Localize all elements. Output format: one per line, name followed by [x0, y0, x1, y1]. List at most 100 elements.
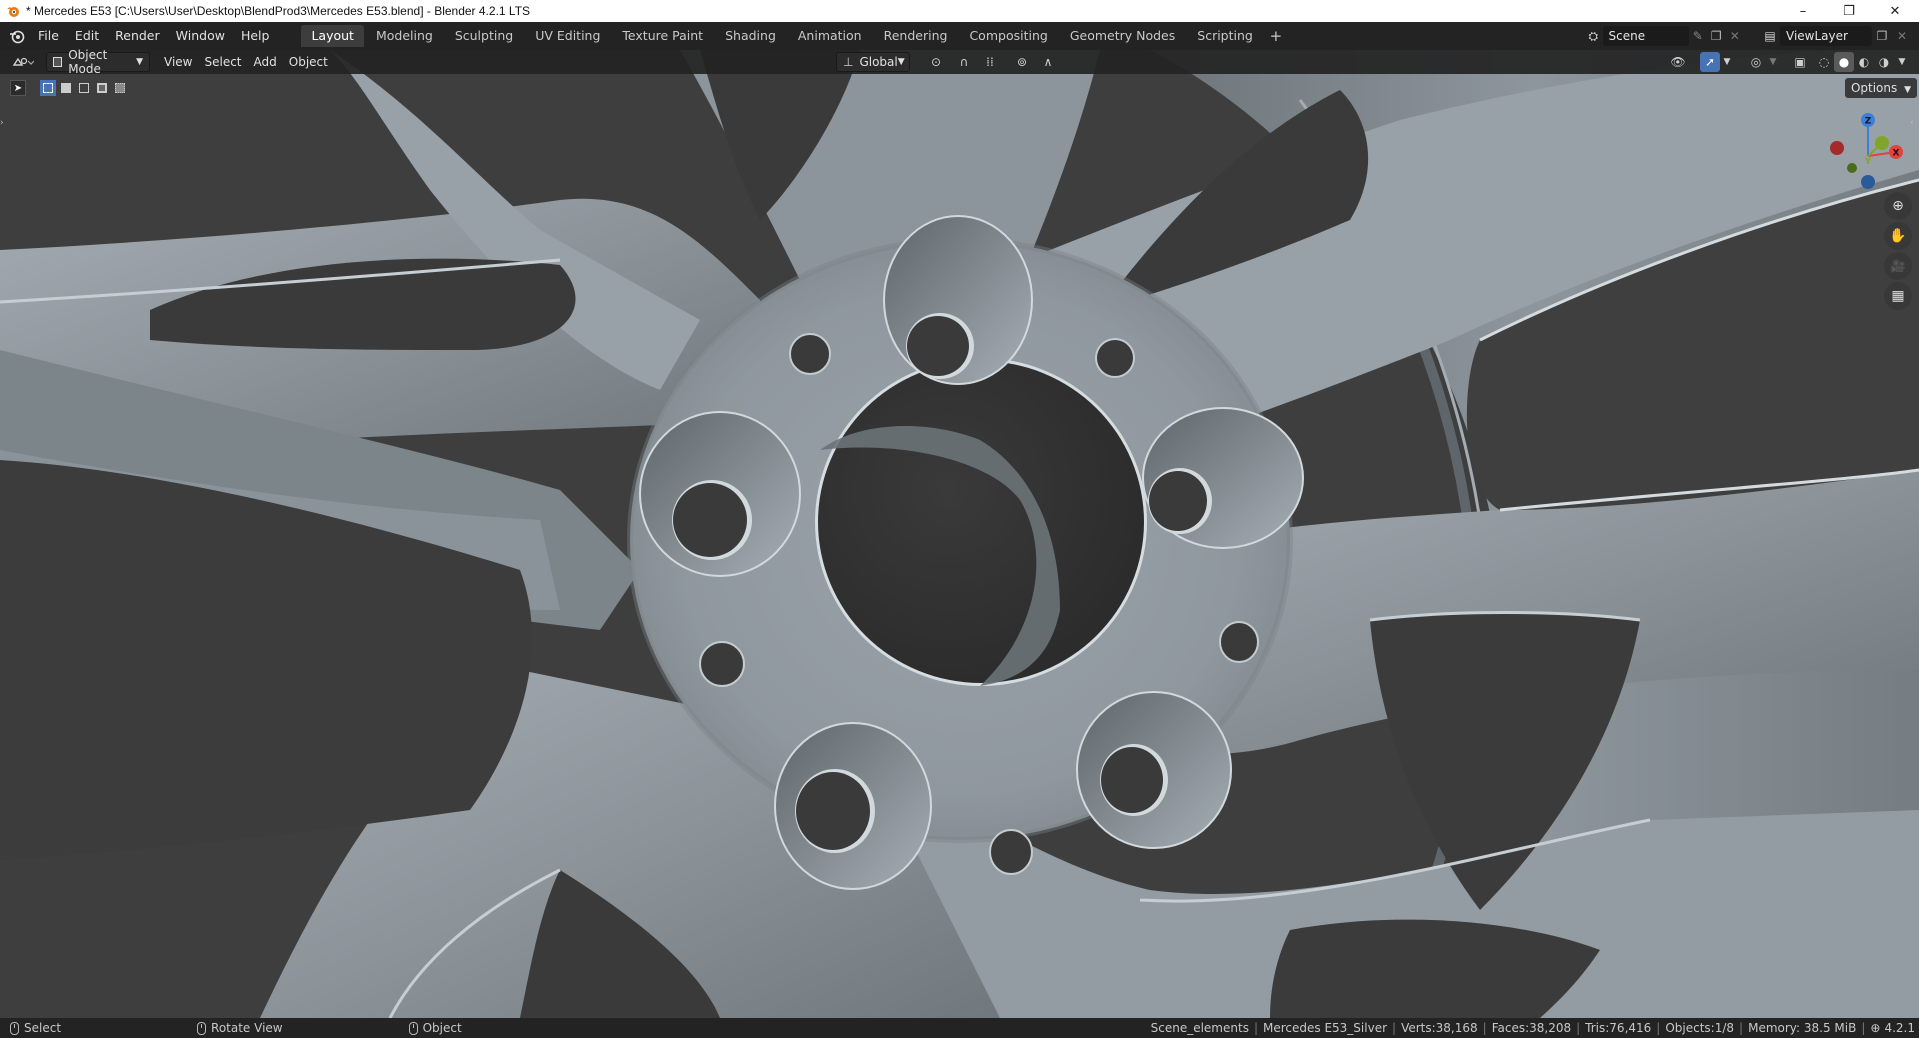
shading-wireframe[interactable]: ◌ [1814, 52, 1834, 72]
blender-menu-button[interactable] [4, 22, 30, 50]
eye-icon: 👁 [1670, 55, 1686, 69]
shading-rendered[interactable]: ◑ [1874, 52, 1894, 72]
tab-animation[interactable]: Animation [788, 25, 872, 47]
stat-tris: Tris:76,416 [1585, 1021, 1652, 1035]
xray-toggle[interactable]: ▣ [1790, 52, 1810, 72]
snap-target-button[interactable]: ⁞⁞ [976, 52, 1004, 72]
lug-hole [774, 722, 932, 890]
magnifier-icon: ⊕ [1892, 198, 1904, 214]
select-new-icon [43, 83, 53, 93]
zoom-button[interactable]: ⊕ [1884, 192, 1912, 220]
viewlayer-icon[interactable]: ▤ [1760, 26, 1780, 46]
tab-shading[interactable]: Shading [715, 25, 786, 47]
options-label: Options [1850, 81, 1898, 95]
select-mode-intersect[interactable] [112, 80, 128, 96]
menu-select[interactable]: Select [198, 52, 247, 72]
lug-hole [1076, 691, 1232, 849]
tab-compositing[interactable]: Compositing [959, 25, 1057, 47]
status-object-label: Object [422, 1021, 462, 1035]
perspective-toggle-button[interactable]: ▦ [1884, 282, 1912, 310]
scene-name-field[interactable]: Scene [1602, 26, 1689, 46]
menu-render[interactable]: Render [107, 22, 168, 50]
neg-z-axis-handle[interactable] [1861, 175, 1875, 189]
status-select: Select [10, 1021, 61, 1035]
add-workspace-button[interactable]: + [1265, 27, 1287, 45]
viewlayer-selector: ▤ ViewLayer ❐ ✕ [1760, 25, 1918, 47]
overlays-dropdown[interactable]: ▼ [1766, 52, 1780, 72]
orientation-label: Global [859, 55, 898, 69]
y-axis-handle[interactable] [1875, 136, 1889, 150]
pan-button[interactable]: ✋ [1884, 222, 1912, 250]
select-mode-subtract[interactable] [76, 80, 92, 96]
viewlayer-name-field[interactable]: ViewLayer [1780, 26, 1872, 46]
y-axis-label: Y [1864, 157, 1872, 167]
new-viewlayer-icon[interactable]: ❐ [1872, 26, 1892, 46]
neg-x-axis-handle[interactable] [1830, 141, 1844, 155]
menu-add[interactable]: Add [248, 52, 283, 72]
tab-uv-editing[interactable]: UV Editing [525, 25, 610, 47]
stat-objects: Objects:1/8 [1665, 1021, 1735, 1035]
menu-object[interactable]: Object [283, 52, 334, 72]
tab-geometry-nodes[interactable]: Geometry Nodes [1060, 25, 1185, 47]
close-button[interactable]: ✕ [1872, 0, 1918, 22]
tab-sculpting[interactable]: Sculpting [445, 25, 523, 47]
pivot-point-button[interactable]: ⊙ [922, 52, 950, 72]
blender-app-icon [7, 7, 19, 17]
chevron-down-icon: ▼ [1723, 57, 1731, 67]
pin-icon[interactable]: ✎ [1689, 26, 1708, 46]
new-scene-icon[interactable]: ❐ [1707, 26, 1726, 46]
tab-rendering[interactable]: Rendering [874, 25, 958, 47]
tab-scripting[interactable]: Scripting [1187, 25, 1263, 47]
material-sphere-icon: ◐ [1858, 55, 1870, 69]
chevron-down-icon: ▼ [1769, 57, 1777, 67]
3d-viewport[interactable] [0, 50, 1919, 1018]
options-dropdown[interactable]: Options ▼ [1844, 78, 1917, 98]
minimize-button[interactable]: – [1780, 0, 1826, 22]
select-mode-invert[interactable] [94, 80, 110, 96]
tab-layout[interactable]: Layout [301, 25, 364, 47]
menu-edit[interactable]: Edit [67, 22, 107, 50]
menu-file[interactable]: File [30, 22, 67, 50]
select-mode-new[interactable] [40, 80, 56, 96]
scene-icon[interactable]: ⛭ [1584, 26, 1603, 46]
neg-y-axis-handle[interactable] [1847, 163, 1857, 173]
shading-solid[interactable]: ● [1834, 52, 1854, 72]
object-mode-icon [53, 57, 63, 67]
status-rotate-label: Rotate View [211, 1021, 283, 1035]
shading-dropdown[interactable]: ▼ [1894, 52, 1910, 72]
xray-icon: ▣ [1794, 55, 1806, 69]
solid-sphere-icon: ● [1838, 55, 1850, 69]
magnet-icon: ∩ [959, 55, 969, 69]
proportional-editing-toggle[interactable]: ⊚ [1012, 52, 1032, 72]
tab-texture-paint[interactable]: Texture Paint [612, 25, 713, 47]
z-axis-label: Z [1865, 117, 1872, 127]
transform-orientation-dropdown[interactable]: ⊥ Global ▼ [836, 52, 910, 72]
camera-icon: 🎥 [1890, 259, 1906, 273]
select-extend-icon [61, 83, 71, 93]
menu-help[interactable]: Help [233, 22, 278, 50]
gizmo-toggle[interactable]: ➚ [1700, 52, 1720, 72]
tab-modeling[interactable]: Modeling [366, 25, 443, 47]
shading-material[interactable]: ◐ [1854, 52, 1874, 72]
select-mode-extend[interactable] [58, 80, 74, 96]
snap-toggle[interactable]: ∩ [954, 52, 974, 72]
cursor-arrow-icon: ➤ [13, 82, 23, 94]
restore-button[interactable]: ❐ [1826, 0, 1872, 22]
scene-statistics: Scene_elements | Mercedes E53_Silver | Ver… [1150, 1021, 1915, 1035]
menu-window[interactable]: Window [168, 22, 233, 50]
visibility-dropdown[interactable]: 👁 [1664, 52, 1692, 72]
overlays-toggle[interactable]: ◎ [1746, 52, 1766, 72]
chevron-down-icon: ▼ [1898, 57, 1906, 67]
toolbar-expand-icon[interactable]: › [0, 118, 4, 128]
menu-view[interactable]: View [158, 52, 198, 72]
delete-scene-icon[interactable]: ✕ [1726, 26, 1745, 46]
navigation-gizmo[interactable]: Z X Y [1826, 108, 1916, 198]
editor-type-button[interactable] [8, 52, 38, 72]
gizmo-dropdown[interactable]: ▼ [1720, 52, 1734, 72]
select-tool-button[interactable]: ➤ [10, 80, 26, 96]
mode-dropdown[interactable]: Object Mode ▼ [46, 48, 150, 76]
delete-viewlayer-icon[interactable]: ✕ [1892, 26, 1912, 46]
camera-view-button[interactable]: 🎥 [1884, 252, 1912, 280]
mouse-middle-icon [197, 1021, 207, 1035]
falloff-button[interactable]: ∧ [1034, 52, 1062, 72]
